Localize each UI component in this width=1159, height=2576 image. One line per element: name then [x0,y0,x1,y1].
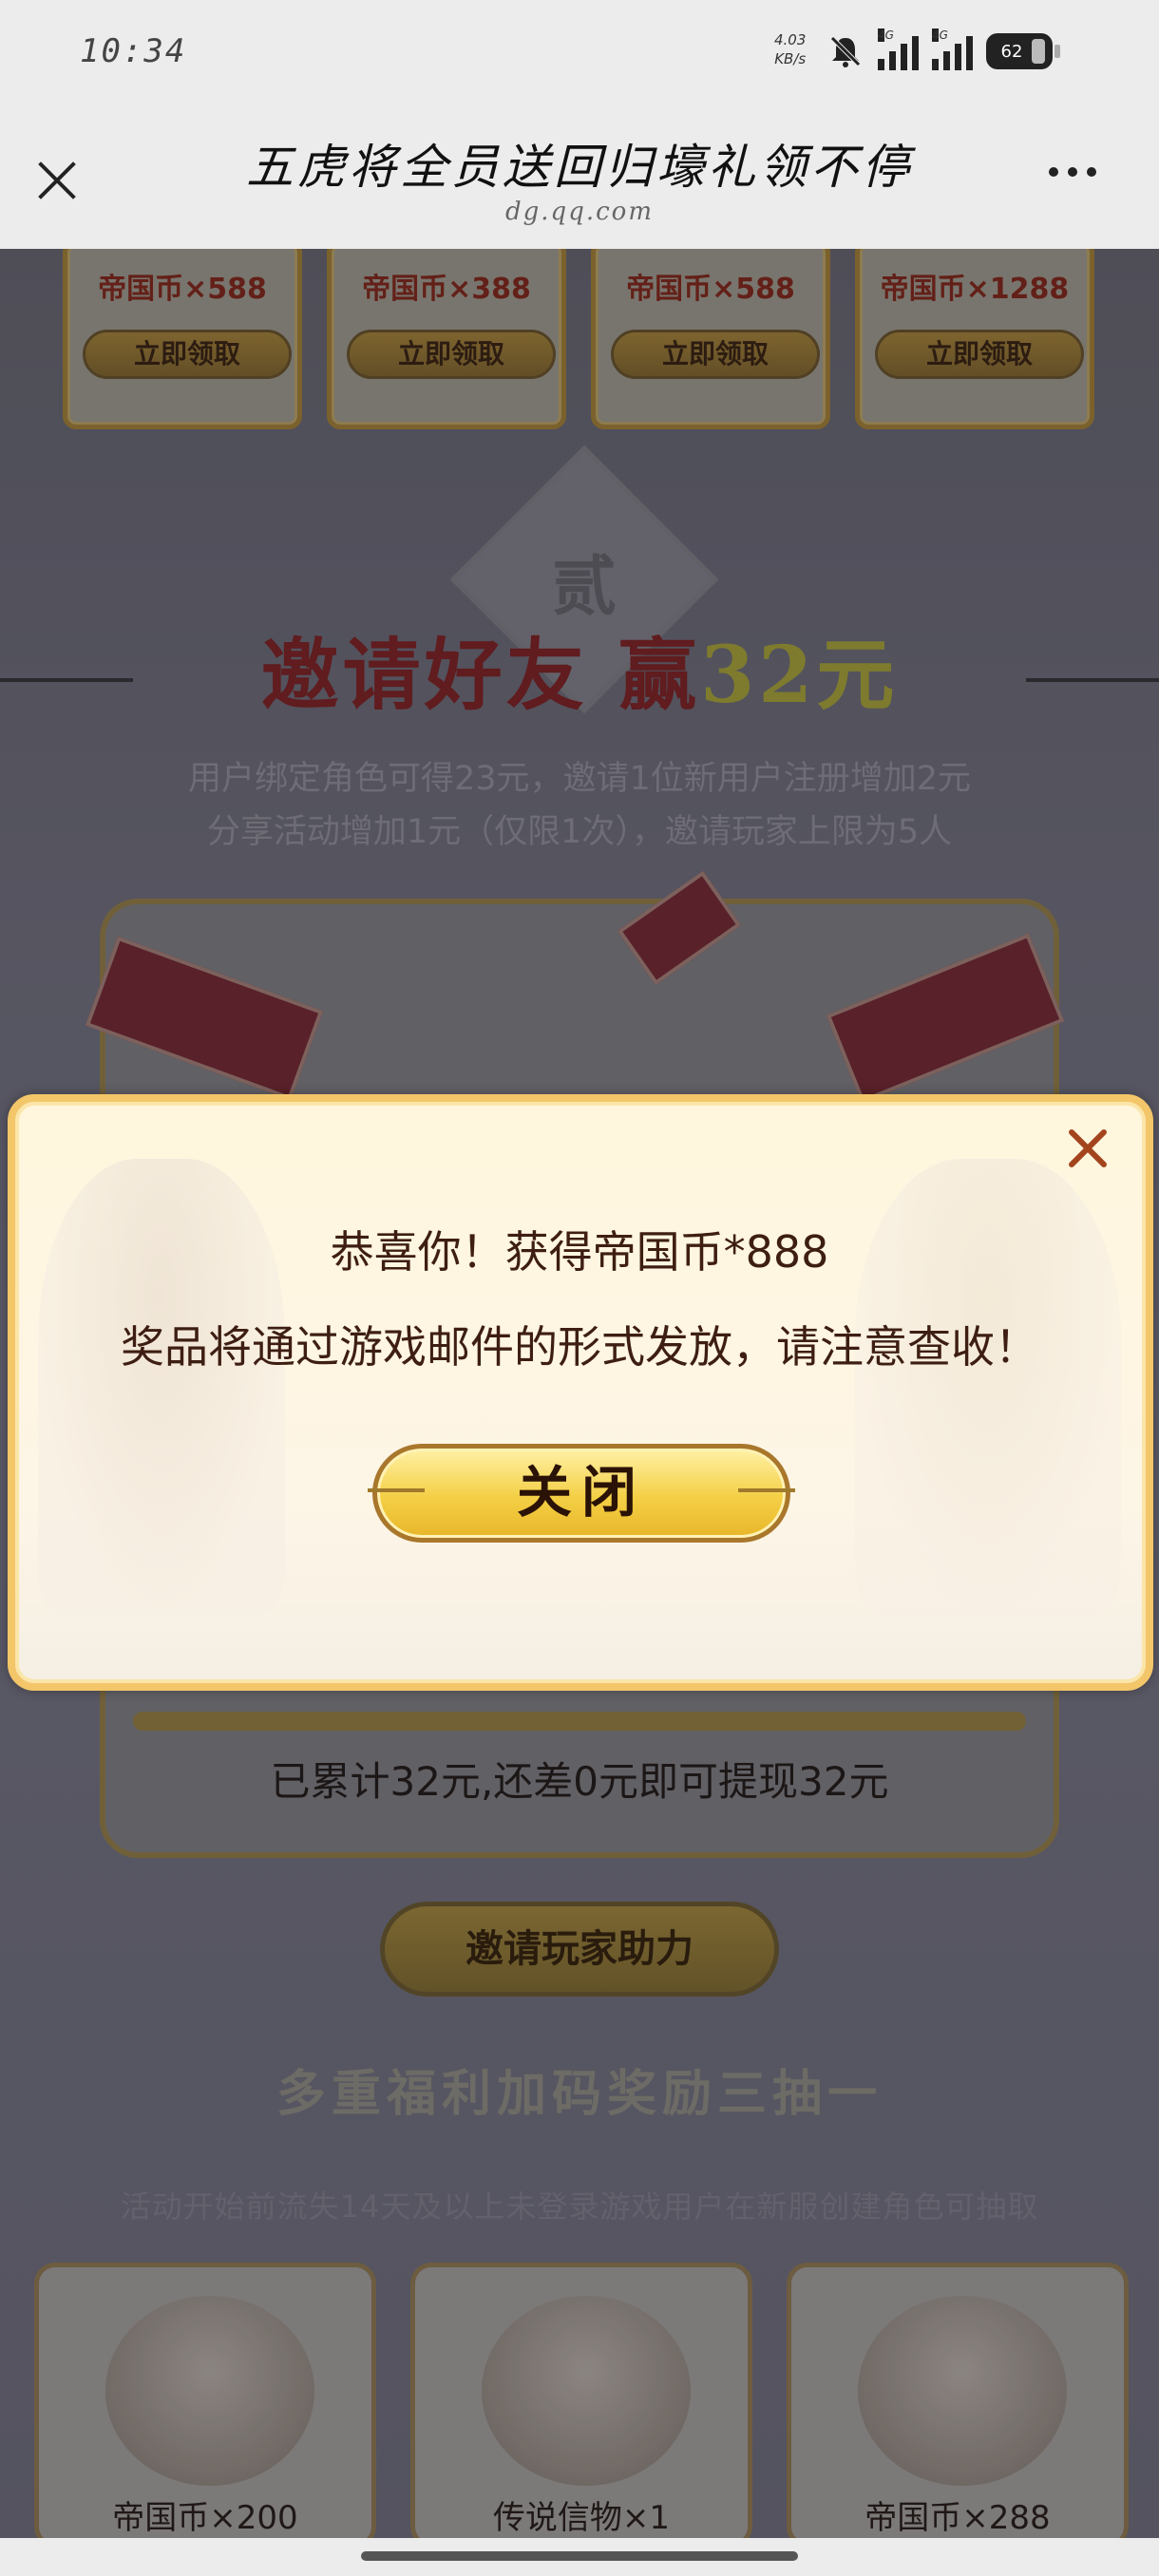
status-time: 10:34 [80,32,187,70]
page-url: dg.qq.com [505,198,654,226]
status-bar: 10:34 4.03 KB/s 4G 4G 62 [0,0,1159,104]
bell-muted-icon [826,32,864,70]
page-title: 五虎将全员送回归壕礼领不停 [246,140,913,195]
dialog-note: 奖品将通过游戏邮件的形式发放，请注意查收！ [121,1321,1038,1373]
network-type: 4G [932,28,948,42]
status-icons: 4G 4G 62 [826,28,1060,70]
ornament-icon [368,1488,425,1492]
dialog-close-icon[interactable] [1060,1121,1115,1176]
battery-icon: 62 [986,33,1060,69]
signal-icon: 4G [878,28,919,70]
close-button-label: 关闭 [516,1460,646,1525]
close-icon[interactable] [28,152,86,209]
system-nav-bar [0,2538,1159,2576]
home-indicator[interactable] [361,2551,798,2561]
dialog-message: 恭喜你！获得帝国币*888 [330,1226,829,1278]
network-speed: 4.03 KB/s [774,30,806,68]
network-type: 4G [878,28,894,42]
speed-unit: KB/s [774,50,807,67]
speed-value: 4.03 [774,31,807,48]
ornament-icon [738,1488,795,1492]
signal-icon: 4G [932,28,973,70]
battery-level: 62 [1000,41,1023,62]
dialog-close-button[interactable]: 关闭 [368,1444,795,1543]
browser-nav-bar: 五虎将全员送回归壕礼领不停 dg.qq.com [0,104,1159,249]
more-options-icon[interactable] [1049,167,1096,177]
